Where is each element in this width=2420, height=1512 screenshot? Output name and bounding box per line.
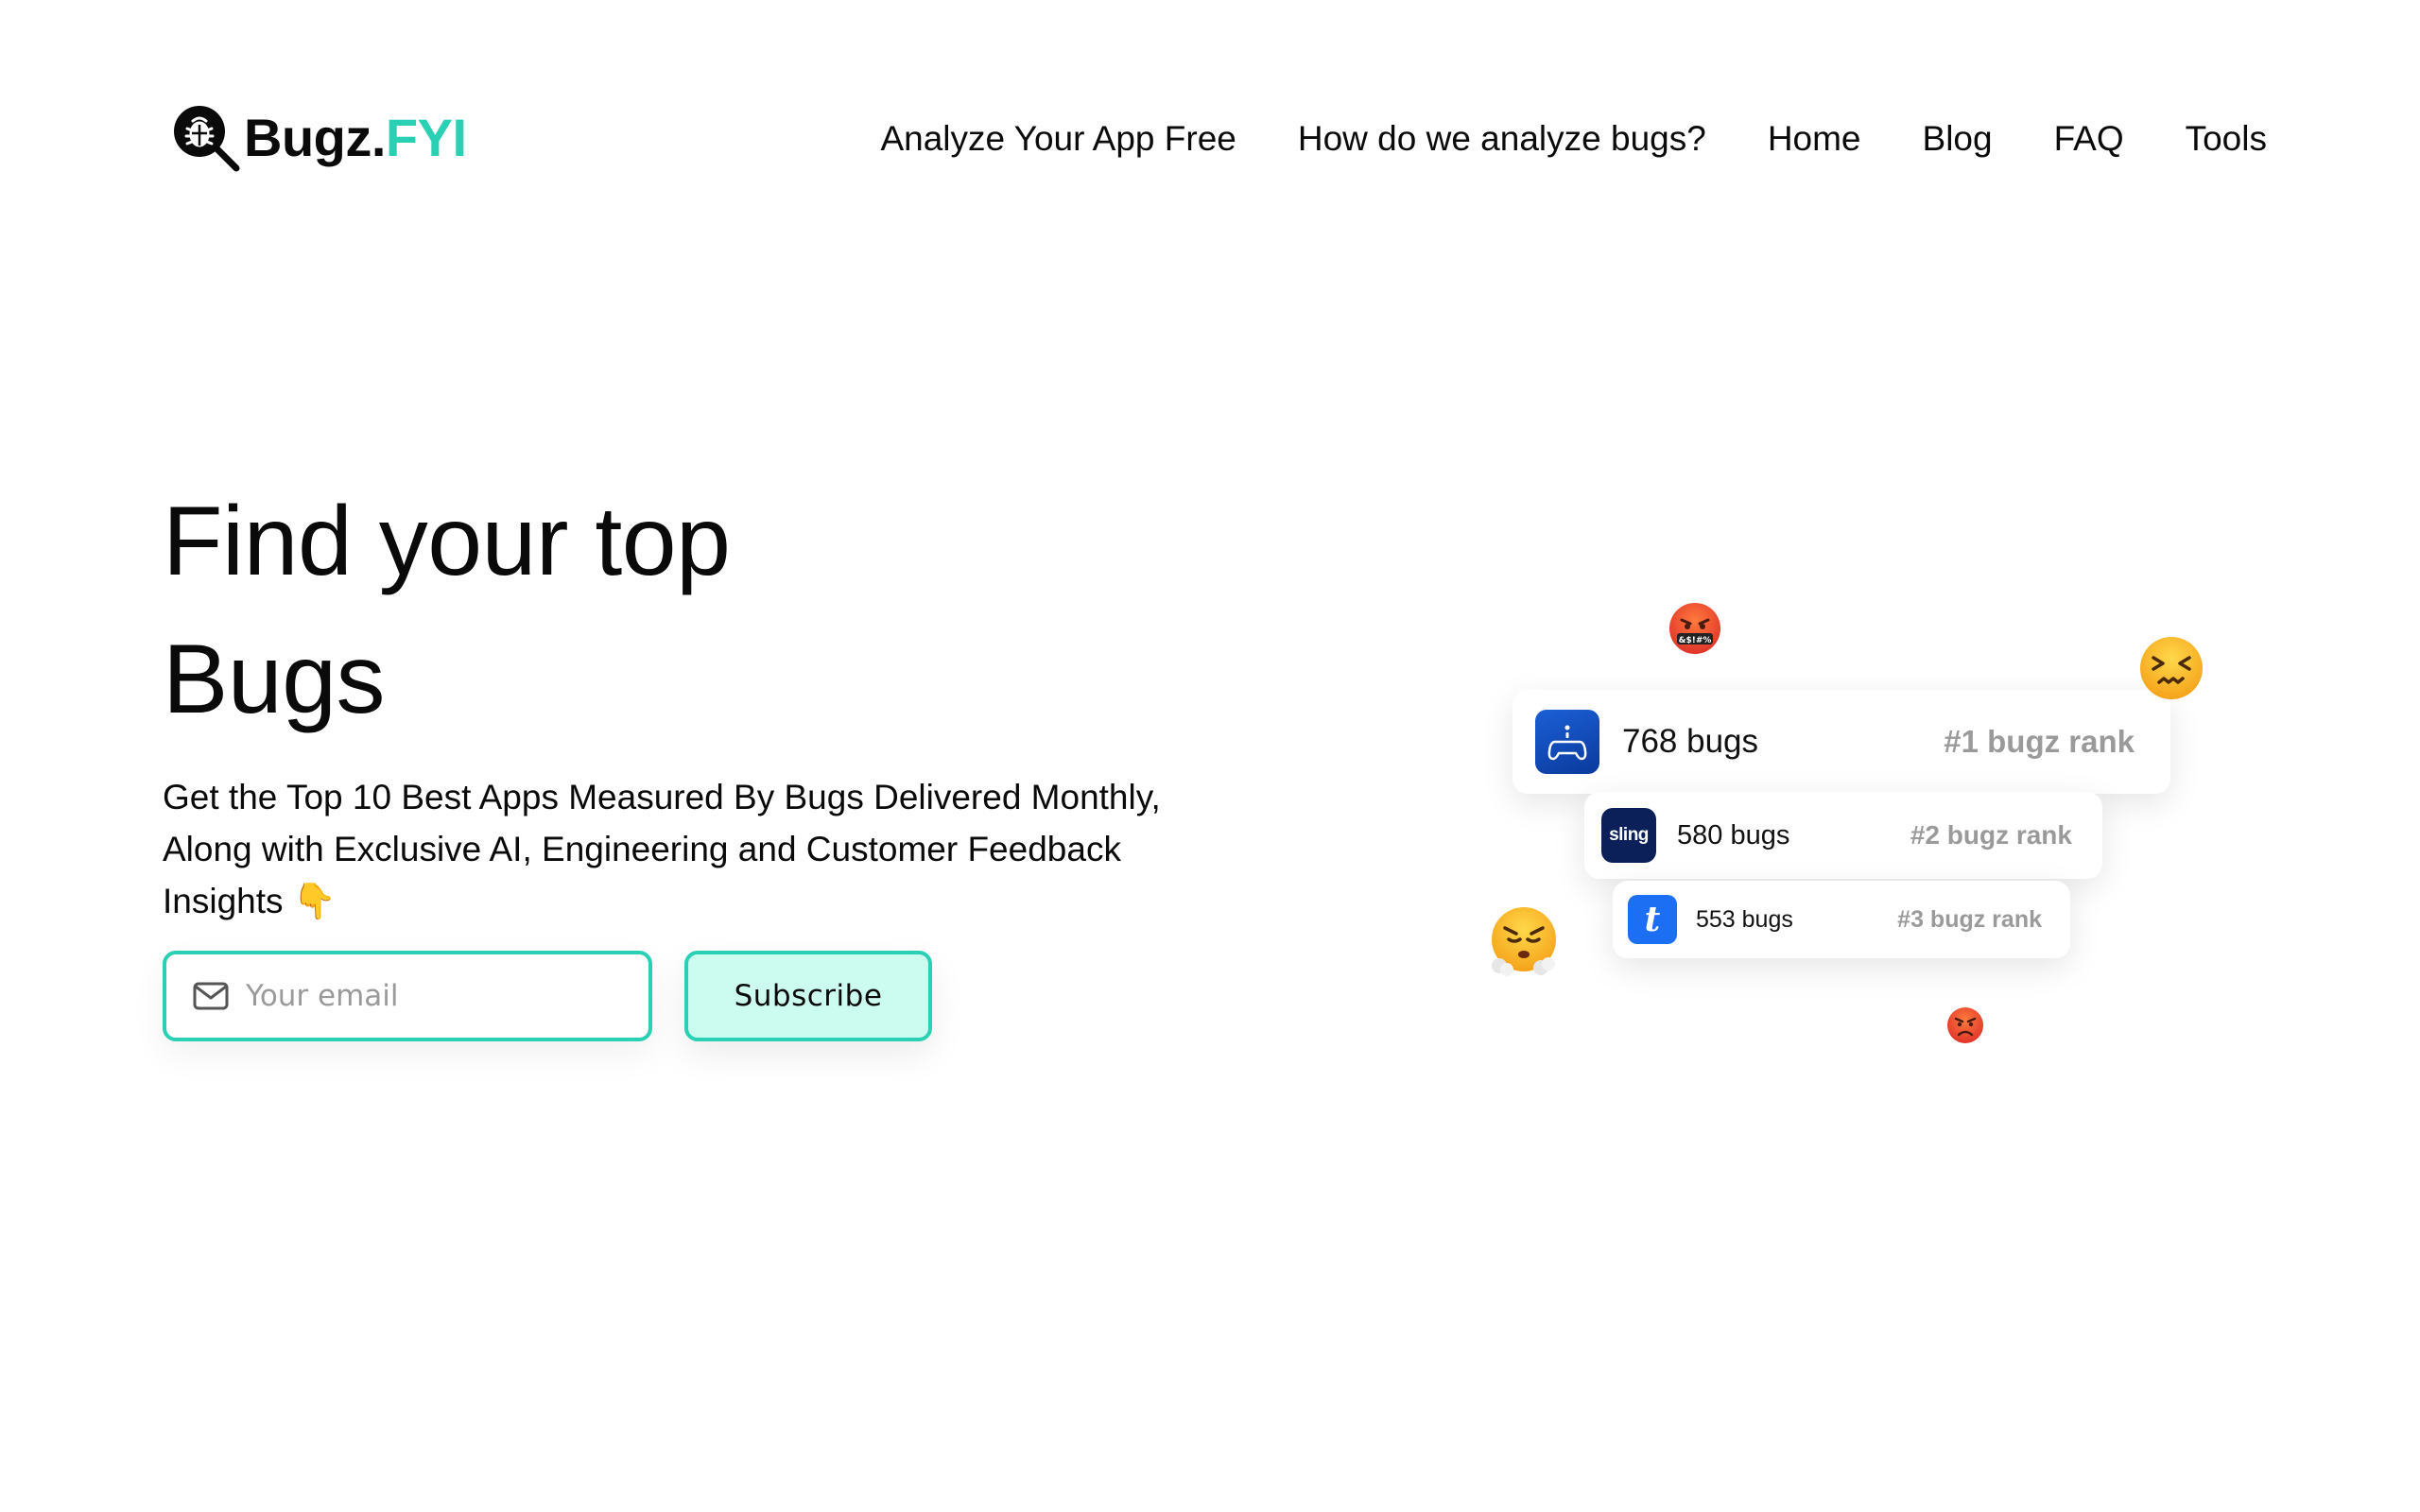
email-field[interactable] — [163, 951, 652, 1041]
brand-name-accent: FYI — [385, 108, 467, 167]
rank-card-bugs: 768 bugs — [1622, 723, 1759, 760]
nav-home[interactable]: Home — [1768, 113, 1861, 164]
rank-card-bugs: 580 bugs — [1677, 819, 1790, 850]
brand-logo[interactable]: Bugz.FYI — [170, 102, 467, 174]
hero-title-line2: Bugs — [163, 625, 386, 734]
angry-face-emoji — [1947, 1007, 1983, 1043]
rank-card-2: sling 580 bugs #2 bugz rank — [1584, 792, 2102, 879]
hero-title: Find your top Bugs — [163, 472, 731, 748]
hero-subtitle: Get the Top 10 Best Apps Measured By Bug… — [163, 771, 1240, 927]
brand-name: Bugz.FYI — [244, 112, 467, 164]
gamepad-app-icon — [1535, 710, 1599, 774]
nav-tools[interactable]: Tools — [2186, 113, 2267, 164]
nav-analyze-app[interactable]: Analyze Your App Free — [880, 113, 1236, 164]
rank-card-rank: #3 bugz rank — [1897, 905, 2042, 933]
subscribe-button[interactable]: Subscribe — [684, 951, 932, 1041]
nav-faq[interactable]: FAQ — [2054, 113, 2124, 164]
pointing-down-icon: 👇 — [292, 882, 337, 920]
bug-magnifier-icon — [174, 106, 240, 172]
brand-name-main: Bugz. — [244, 108, 386, 167]
rank-card-3: t 553 bugs #3 bugz rank — [1613, 881, 2070, 958]
rank-card-rank: #1 bugz rank — [1944, 724, 2135, 759]
sling-app-icon: sling — [1601, 808, 1656, 863]
cursing-face-emoji: &$!#% — [1669, 603, 1720, 654]
gamepad-icon — [1547, 725, 1587, 761]
rank-card-bugs: 553 bugs — [1696, 905, 1793, 933]
rank-card-1: 768 bugs #1 bugz rank — [1512, 690, 2170, 794]
main-nav: Analyze Your App Free How do we analyze … — [880, 113, 2267, 164]
email-input[interactable] — [244, 978, 622, 1014]
nav-blog[interactable]: Blog — [1923, 113, 1993, 164]
rank-card-rank: #2 bugz rank — [1910, 820, 2072, 850]
confounded-face-emoji — [2140, 637, 2203, 699]
nav-how-we-analyze[interactable]: How do we analyze bugs? — [1298, 113, 1706, 164]
hero-title-line1: Find your top — [163, 487, 731, 596]
steam-face-emoji — [1492, 907, 1556, 976]
svg-text:&$!#%: &$!#% — [1679, 636, 1712, 645]
subscribe-form: Subscribe — [163, 951, 932, 1041]
t-app-icon: t — [1628, 895, 1677, 944]
mail-icon — [193, 982, 229, 1010]
